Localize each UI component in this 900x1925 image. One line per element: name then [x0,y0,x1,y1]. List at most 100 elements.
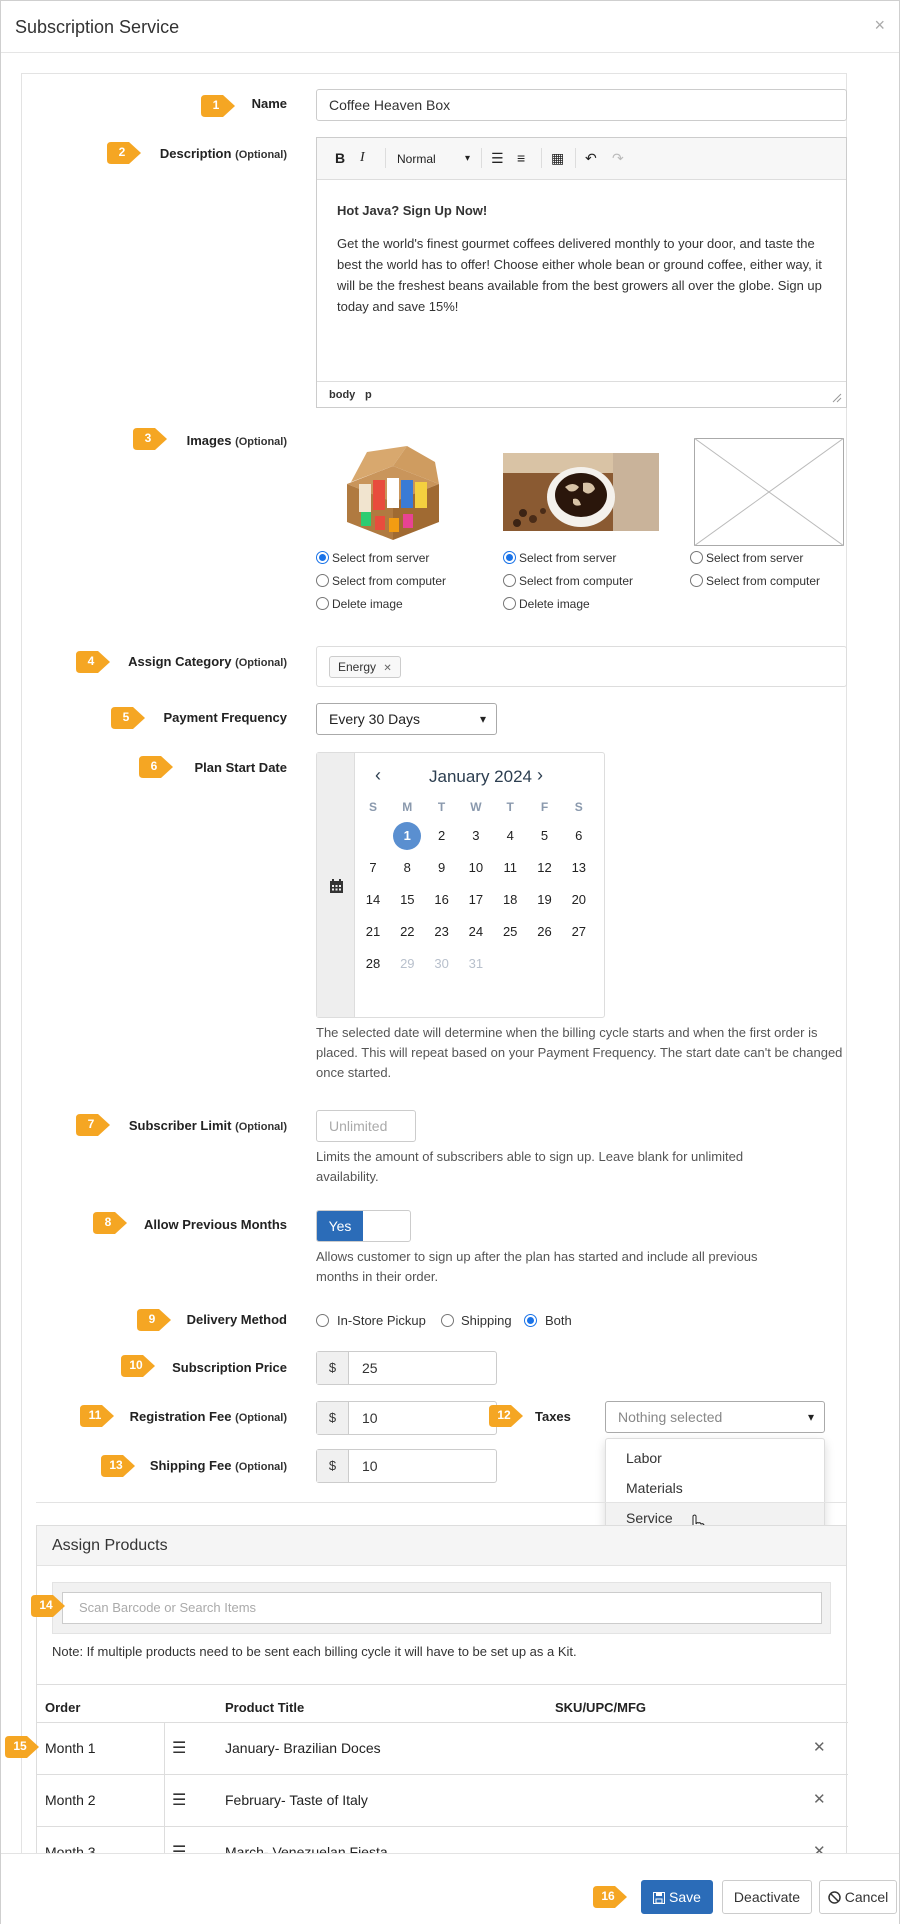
remove-row-icon[interactable]: ✕ [813,1790,826,1808]
image3-select-from-computer-radio[interactable] [690,574,703,587]
drag-handle-icon[interactable]: ☰ [172,1738,186,1758]
calendar-day[interactable]: 11 [493,855,527,881]
image2-select-from-server-radio[interactable] [503,551,516,564]
image1-delete-image-label: Delete image [332,597,403,611]
product-search-input[interactable]: Scan Barcode or Search Items [62,1592,822,1624]
numbered-list-icon[interactable]: ≡ [517,150,525,166]
calendar-day[interactable]: 27 [562,919,596,945]
placeholder-image [694,438,844,546]
bullet-list-icon[interactable]: ☰ [491,150,504,167]
delivery-both-radio[interactable] [524,1314,537,1327]
remove-row-icon[interactable]: ✕ [813,1738,826,1756]
redo-icon[interactable]: ↷ [612,150,624,167]
image2-select-from-computer-label: Select from computer [519,574,634,588]
row-product-title: January- Brazilian Doces [225,1740,381,1756]
column-header-sku: SKU/UPC/MFG [555,1700,646,1715]
chevron-down-icon[interactable]: ▾ [465,153,470,164]
allow-previous-help: Allows customer to sign up after the pla… [316,1249,758,1284]
shipping-fee-input[interactable]: $ 10 [316,1449,497,1483]
calendar-sidebar[interactable] [317,753,355,1017]
calendar-next-month-icon[interactable]: › [537,765,543,786]
calendar-day[interactable]: 12 [528,855,562,881]
calendar-day[interactable]: 26 [528,919,562,945]
calendar-day[interactable]: 31 [459,951,493,977]
allow-previous-months-toggle[interactable]: Yes [316,1210,411,1242]
column-header-product-title: Product Title [225,1700,305,1715]
payment-frequency-value: Every 30 Days [329,711,421,727]
calendar-weekday-header: S [574,800,583,814]
calendar-day[interactable]: 3 [459,823,493,849]
taxes-select-value: Nothing selected [618,1409,723,1425]
delivery-in-store-pickup-radio[interactable] [316,1314,329,1327]
toolbar-divider [385,148,386,168]
calendar-day[interactable]: 17 [459,887,493,913]
calendar-day[interactable]: 18 [493,887,527,913]
status-path-p[interactable]: p [365,389,372,401]
category-tag-input[interactable]: Energy ✕ [316,646,847,687]
format-select[interactable]: Normal [397,152,436,166]
editor-statusbar: body p [317,381,846,407]
calendar-icon [330,879,343,893]
italic-icon[interactable]: I [360,150,365,166]
taxes-select[interactable]: Nothing selected ▾ [605,1401,825,1433]
calendar-day[interactable]: 28 [356,951,390,977]
calendar-day[interactable]: 24 [459,919,493,945]
product-search-wrapper: Scan Barcode or Search Items [52,1582,831,1634]
calendar-day[interactable]: 8 [390,855,424,881]
image2-delete-image-radio[interactable] [503,597,516,610]
taxes-label: Taxes [535,1409,571,1424]
calendar-day[interactable]: 10 [459,855,493,881]
calendar-day[interactable]: 19 [528,887,562,913]
calendar-day[interactable]: 13 [562,855,596,881]
taxes-option-labor[interactable]: Labor [606,1443,824,1473]
delivery-in-store-pickup-label: In-Store Pickup [337,1313,426,1328]
calendar-day[interactable]: 25 [493,919,527,945]
calendar-day[interactable]: 30 [425,951,459,977]
subscription-price-input[interactable]: $ 25 [316,1351,497,1385]
calendar-day[interactable]: 7 [356,855,390,881]
calendar-day[interactable]: 15 [390,887,424,913]
taxes-option-materials[interactable]: Materials [606,1473,824,1503]
plan-start-date-label: Plan Start Date [194,760,287,775]
cancel-button[interactable]: Cancel [819,1880,897,1914]
calendar-day[interactable]: 22 [390,919,424,945]
remove-tag-icon[interactable]: ✕ [383,663,391,674]
editor-content[interactable]: Hot Java? Sign Up Now! Get the world's f… [337,200,827,317]
subscriber-limit-input[interactable]: Unlimited [316,1110,416,1142]
calendar-day[interactable]: 6 [562,823,596,849]
calendar-day[interactable]: 9 [425,855,459,881]
cell-divider [164,1723,165,1775]
name-input[interactable]: Coffee Heaven Box [316,89,847,121]
calendar-day[interactable]: 5 [528,823,562,849]
calendar-day[interactable]: 23 [425,919,459,945]
image1-select-from-computer-radio[interactable] [316,574,329,587]
resize-handle-icon[interactable] [832,393,842,403]
calendar-weekday-header: S [368,800,377,814]
calendar-day[interactable]: 20 [562,887,596,913]
status-path-body[interactable]: body [329,389,355,401]
image2-select-from-computer-radio[interactable] [503,574,516,587]
bold-icon[interactable]: B [335,150,345,166]
image3-select-from-server-radio[interactable] [690,551,703,564]
calendar-day[interactable]: 2 [425,823,459,849]
save-button[interactable]: Save [641,1880,713,1914]
calendar-day[interactable]: 14 [356,887,390,913]
undo-icon[interactable]: ↶ [585,150,597,167]
payment-frequency-label: Payment Frequency [163,710,287,725]
calendar-day[interactable]: 4 [493,823,527,849]
calendar-day[interactable]: 21 [356,919,390,945]
image1-select-from-server-radio[interactable] [316,551,329,564]
deactivate-button[interactable]: Deactivate [722,1880,812,1914]
calendar-day[interactable]: 1 [390,822,424,850]
payment-frequency-select[interactable]: Every 30 Days ▾ [316,703,497,735]
taxes-dropdown-menu: Labor Materials Service [605,1438,825,1538]
delivery-shipping-radio[interactable] [441,1314,454,1327]
calendar-day[interactable]: 29 [390,951,424,977]
image1-delete-image-radio[interactable] [316,597,329,610]
drag-handle-icon[interactable]: ☰ [172,1790,186,1810]
close-icon[interactable]: × [874,15,885,36]
registration-fee-input[interactable]: $ 10 [316,1401,497,1435]
editor-heading: Hot Java? Sign Up Now! [337,203,488,218]
table-icon[interactable]: ▦ [551,150,564,167]
calendar-day[interactable]: 16 [425,887,459,913]
